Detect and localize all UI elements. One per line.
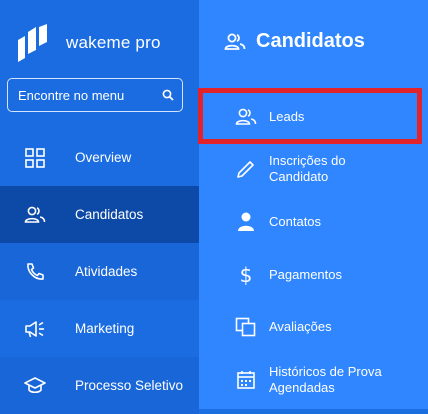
calendar-icon (235, 369, 257, 391)
users-icon (235, 106, 257, 128)
submenu-item-inscricoes[interactable]: Inscrições do Candidato (199, 150, 428, 188)
submenu-item-contatos[interactable]: Contatos (199, 203, 428, 241)
pencil-icon (235, 158, 257, 180)
submenu-item-label: Avaliações (269, 319, 332, 334)
person-icon (235, 211, 257, 233)
menu-search[interactable] (7, 78, 183, 112)
submenu-item-label: Históricos de Prova Agendadas (269, 364, 382, 395)
submenu-item-leads[interactable]: Leads (199, 98, 428, 136)
submenu-item-pagamentos[interactable]: $ Pagamentos (199, 256, 428, 294)
submenu-item-label: Leads (269, 109, 305, 124)
dollar-icon: $ (239, 263, 253, 287)
submenu-item-label: Contatos (269, 214, 322, 229)
submenu-item-historicos[interactable]: Históricos de Prova Agendadas (199, 361, 428, 399)
megaphone-icon (24, 318, 46, 340)
submenu-title: Candidatos (224, 30, 365, 53)
sidebar-item-label: Candidatos (75, 207, 144, 222)
sidebar-item-label: Overview (75, 150, 132, 165)
sidebar-item-label: Atividades (75, 264, 138, 279)
sidebar-item-label: Marketing (75, 321, 135, 336)
brand-name: wakeme pro (66, 33, 161, 52)
grid-icon (24, 147, 46, 169)
sidebar-item-processo-seletivo[interactable]: Processo Seletivo (0, 357, 199, 414)
users-icon (224, 32, 246, 52)
brand-logo[interactable]: wakeme pro (14, 24, 161, 62)
search-input[interactable] (16, 86, 160, 104)
sidebar-item-candidatos[interactable]: Candidatos (0, 186, 199, 243)
sidebar-item-label: Processo Seletivo (75, 378, 184, 393)
wakeme-logo-icon (18, 24, 47, 62)
sidebar-item-overview[interactable]: Overview (0, 129, 199, 186)
sidebar-item-atividades[interactable]: Atividades (0, 243, 199, 300)
search-icon[interactable] (162, 89, 174, 101)
submenu-item-label: Inscrições do Candidato (269, 153, 346, 184)
phone-icon (24, 261, 46, 283)
submenu-title-text: Candidatos (256, 30, 365, 52)
users-icon (24, 204, 46, 226)
submenu-item-avaliacoes[interactable]: Avaliações (199, 308, 428, 346)
submenu-item-label: Pagamentos (269, 267, 342, 282)
sidebar-item-marketing[interactable]: Marketing (0, 300, 199, 357)
graduation-cap-icon (24, 375, 46, 397)
copy-icon (235, 316, 257, 338)
